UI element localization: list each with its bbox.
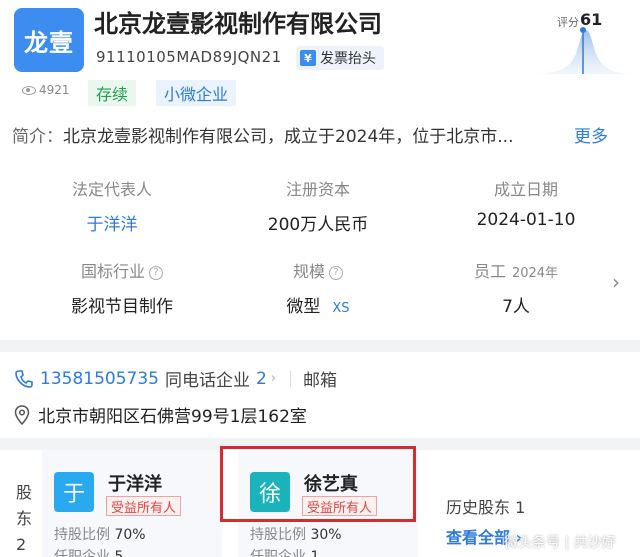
- staff-label-row: 员工 2024年: [416, 258, 616, 282]
- ratio-label: 持股比例: [54, 527, 110, 543]
- shareholders-label: 股东 2: [16, 480, 34, 557]
- address-row[interactable]: 北京市朝阳区石佛营99号1层162室: [14, 402, 307, 427]
- scale-value-row: 微型 XS: [218, 292, 418, 317]
- ratio-value: 30%: [310, 527, 342, 543]
- company-logo: 龙壹: [14, 8, 84, 72]
- beneficial-owner-badge: 受益所有人: [106, 496, 182, 516]
- contact-card: 13581505735 同电话企业 2 › 邮箱 北京市朝阳区石佛营99号1层1…: [0, 352, 640, 438]
- intro-more-link[interactable]: 更多: [574, 122, 608, 147]
- history-count: 1: [515, 498, 526, 517]
- intro-text: 北京龙壹影视制作有限公司，成立于2024年，位于北京市...: [63, 127, 514, 147]
- shareholder-name[interactable]: 于洋洋: [108, 470, 162, 496]
- invoice-title-button[interactable]: ¥ 发票抬头: [296, 46, 384, 70]
- industry-cell[interactable]: 国标行业? 影视节目制作: [22, 258, 222, 317]
- shareholders-count: 2: [16, 535, 27, 554]
- capital-label: 注册资本: [285, 180, 350, 199]
- ratio-label: 持股比例: [250, 527, 306, 543]
- ratio-value: 70%: [114, 527, 146, 543]
- score-curve-icon[interactable]: [534, 24, 634, 76]
- same-phone-count[interactable]: 2: [256, 369, 267, 389]
- credit-code: 91110105MAD89JQN21: [96, 48, 282, 66]
- staff-value: 7人: [502, 297, 530, 317]
- scale-cell[interactable]: 规模? 微型 XS: [218, 258, 418, 317]
- view-count-value: 4921: [39, 83, 70, 97]
- legal-rep-cell: 法定代表人 于洋洋: [12, 176, 212, 235]
- view-count: 4921: [22, 83, 70, 97]
- scale-badge[interactable]: 小微企业: [156, 80, 237, 106]
- date-cell: 成立日期 2024-01-10: [426, 176, 626, 230]
- shareholder-card[interactable]: 于 于洋洋 受益所有人 持股比例 70% 任职企业 5: [42, 450, 222, 557]
- industry-label: 国标行业: [80, 262, 145, 281]
- scale-value: 微型: [286, 297, 321, 317]
- same-phone-label[interactable]: 同电话企业: [165, 366, 250, 391]
- staff-year: 2024年: [511, 266, 559, 281]
- avatar: 于: [54, 472, 94, 512]
- related-companies: 任职企业 5: [54, 546, 123, 557]
- address-text: 北京市朝阳区石佛营99号1层162室: [38, 407, 307, 427]
- eye-icon: [22, 85, 36, 95]
- question-icon[interactable]: ?: [329, 266, 343, 280]
- company-label: 任职企业: [250, 549, 306, 557]
- question-icon[interactable]: ?: [149, 266, 163, 280]
- date-label: 成立日期: [493, 180, 558, 199]
- industry-value: 影视节目制作: [71, 297, 173, 317]
- company-name[interactable]: 北京龙壹影视制作有限公司: [94, 4, 382, 39]
- highlight-annotation-box: [220, 446, 416, 522]
- status-badge: 存续: [88, 80, 137, 106]
- history-label: 历史股东: [446, 498, 511, 517]
- shareholding-ratio: 持股比例 30%: [250, 524, 342, 544]
- location-pin-icon: [14, 404, 30, 425]
- company-header-card: 龙壹 北京龙壹影视制作有限公司 91110105MAD89JQN21 ¥ 发票抬…: [0, 0, 640, 340]
- phone-number[interactable]: 13581505735: [40, 369, 159, 389]
- industry-label-row: 国标行业?: [22, 258, 222, 282]
- invoice-label: 发票抬头: [320, 51, 376, 67]
- email-link[interactable]: 邮箱: [303, 366, 337, 391]
- shareholders-label-text: 股东: [16, 483, 33, 528]
- staff-cell[interactable]: 员工 2024年 7人: [416, 258, 616, 317]
- phone-icon: [15, 369, 33, 388]
- watermark: 微头条号 | 共沙好: [504, 535, 616, 551]
- scale-label: 规模: [292, 262, 325, 281]
- divider: [290, 370, 292, 387]
- history-shareholders[interactable]: 历史股东 1: [446, 494, 525, 518]
- related-companies: 任职企业 1: [250, 546, 319, 557]
- company-label: 任职企业: [54, 549, 110, 557]
- company-count: 1: [310, 549, 320, 557]
- intro-label: 简介：: [12, 127, 63, 147]
- intro-row: 简介：北京龙壹影视制作有限公司，成立于2024年，位于北京市...: [12, 122, 513, 147]
- view-all-text: 查看全部: [446, 528, 511, 547]
- chevron-right-icon[interactable]: ›: [612, 270, 620, 294]
- legal-rep-value[interactable]: 于洋洋: [12, 210, 212, 235]
- chevron-right-icon[interactable]: ›: [271, 371, 276, 386]
- date-value: 2024-01-10: [476, 210, 576, 230]
- yen-icon: ¥: [300, 50, 316, 66]
- scale-size-badge: XS: [332, 301, 350, 316]
- shareholding-ratio: 持股比例 70%: [54, 524, 146, 544]
- company-count: 5: [114, 549, 124, 557]
- staff-label: 员工: [473, 262, 506, 281]
- scale-label-row: 规模?: [218, 258, 418, 282]
- capital-cell: 注册资本 200万人民币: [218, 176, 418, 235]
- phone-row: 13581505735 同电话企业 2 › 邮箱: [14, 366, 337, 391]
- legal-rep-label: 法定代表人: [71, 180, 152, 199]
- capital-value: 200万人民币: [267, 215, 369, 235]
